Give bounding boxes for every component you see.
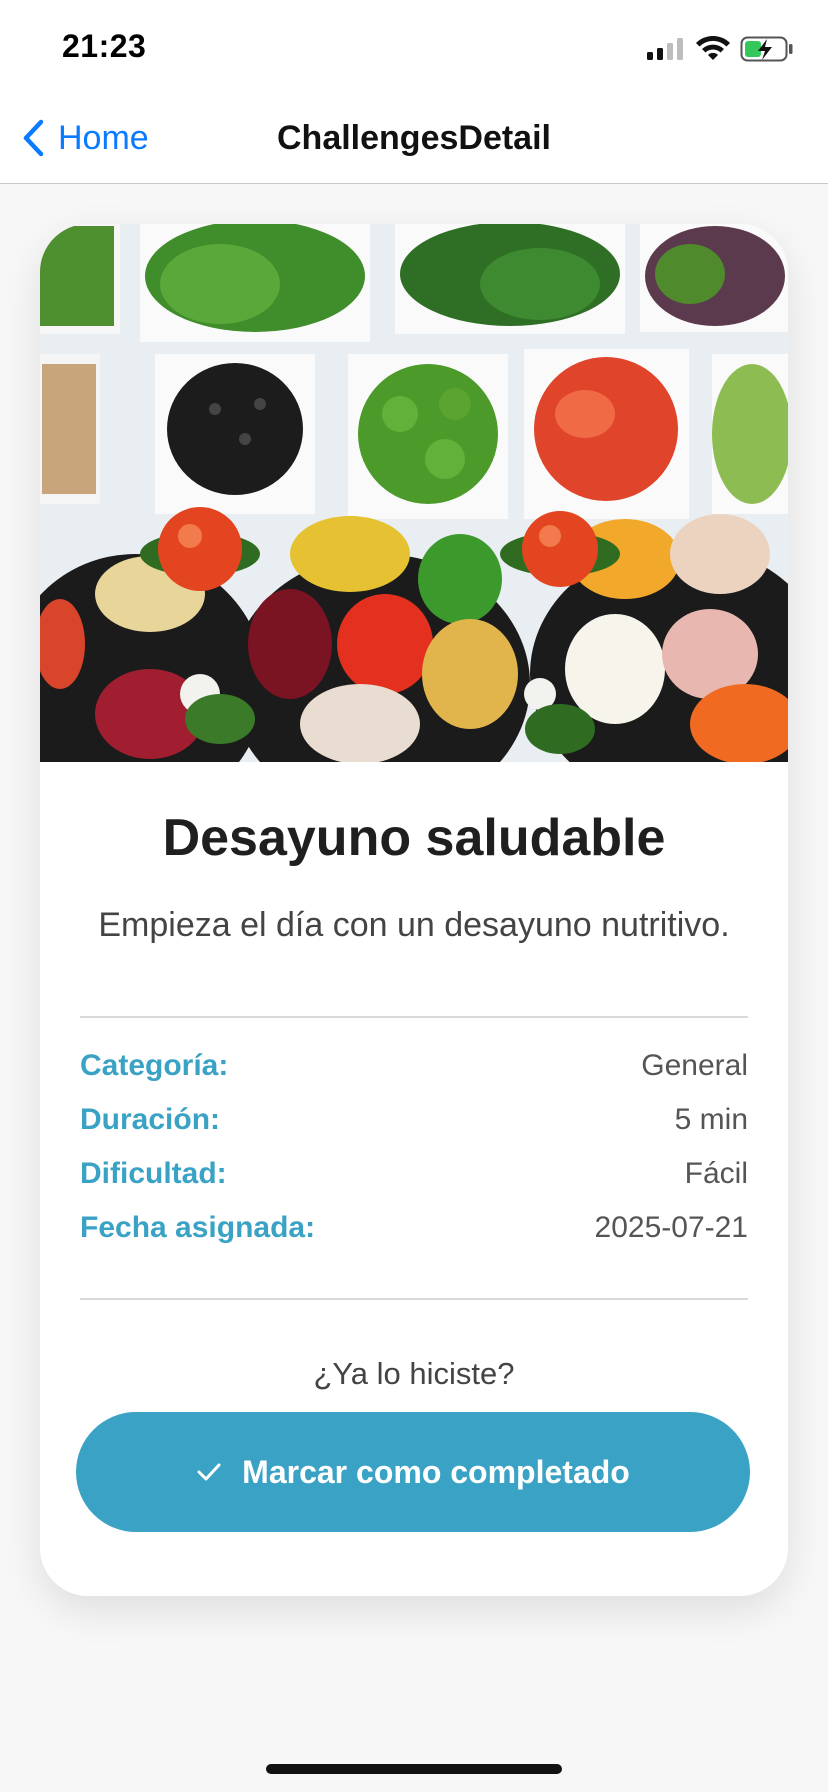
- chevron-left-icon: [23, 119, 44, 157]
- cellular-signal-icon: [647, 38, 683, 60]
- detail-value: 5 min: [674, 1103, 748, 1136]
- battery-charging-icon: [740, 36, 793, 62]
- divider-bottom: [80, 1298, 748, 1300]
- challenge-description: Empieza el día con un desayuno nutritivo…: [98, 906, 730, 944]
- challenge-title: Desayuno saludable: [162, 809, 666, 867]
- status-bar: 21:23: [0, 0, 828, 92]
- detail-row-category: Categoría: General: [80, 1046, 748, 1086]
- detail-label: Duración:: [80, 1103, 221, 1136]
- mark-completed-button[interactable]: Marcar como completado: [76, 1412, 750, 1532]
- detail-value: General: [641, 1049, 748, 1082]
- home-indicator: [266, 1764, 562, 1774]
- detail-row-assigned-date: Fecha asignada: 2025-07-21: [80, 1208, 748, 1248]
- navigation-bar: ChallengesDetail Home: [0, 92, 828, 184]
- status-icons: [646, 36, 794, 62]
- wifi-icon: [696, 36, 730, 60]
- detail-value: 2025-07-21: [594, 1211, 748, 1244]
- status-time: 21:23: [62, 28, 147, 64]
- back-button[interactable]: Home: [22, 92, 149, 184]
- back-button-label: Home: [58, 118, 149, 157]
- checkmark-icon: [197, 1463, 221, 1481]
- detail-row-difficulty: Dificultad: Fácil: [80, 1154, 748, 1194]
- detail-label: Dificultad:: [80, 1157, 227, 1190]
- detail-label: Categoría:: [80, 1049, 229, 1082]
- detail-label: Fecha asignada:: [80, 1211, 316, 1244]
- detail-row-duration: Duración: 5 min: [80, 1100, 748, 1140]
- challenge-card: Desayuno saludable Empieza el día con un…: [40, 224, 788, 1596]
- mark-completed-label: Marcar como completado: [242, 1453, 630, 1490]
- divider-top: [80, 1016, 748, 1018]
- challenge-hero-image: [40, 224, 788, 762]
- screen: 21:23 ChallengesDetail Home Desayuno sal…: [0, 0, 828, 1792]
- completion-question: ¿Ya lo hiciste?: [313, 1356, 515, 1391]
- detail-value: Fácil: [684, 1157, 748, 1190]
